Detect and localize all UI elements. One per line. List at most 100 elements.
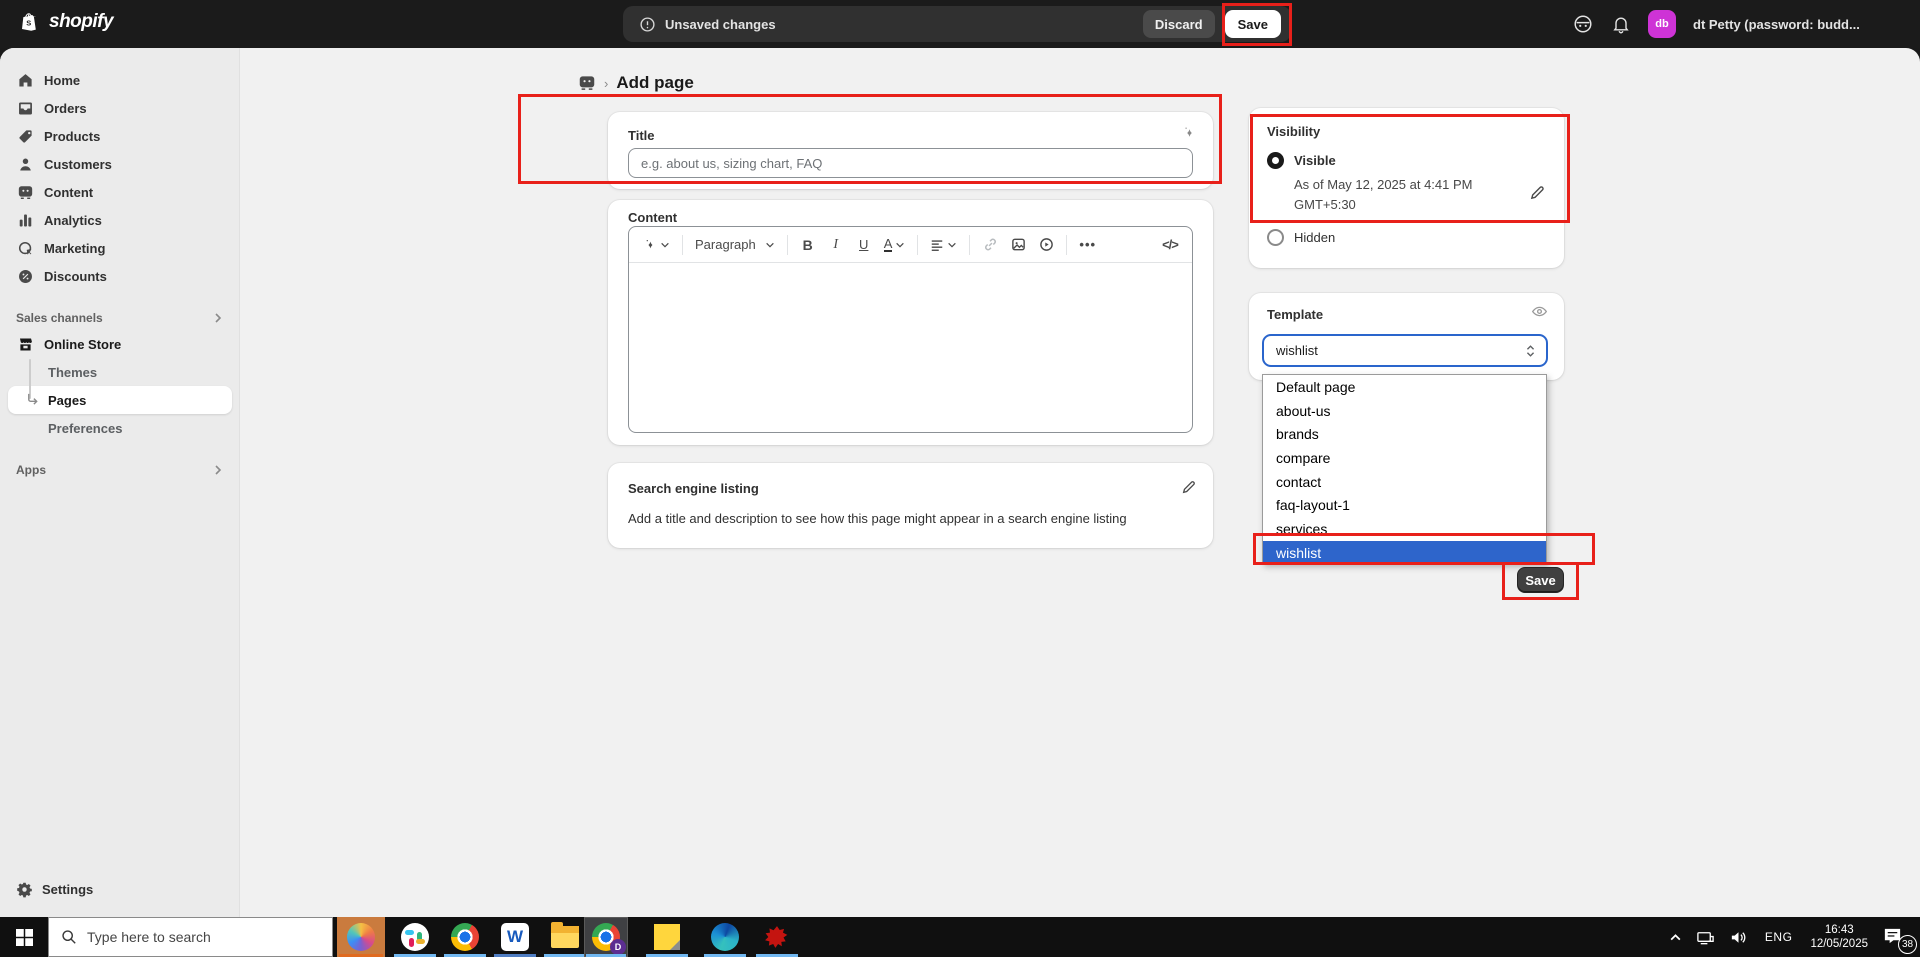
gear-icon (16, 881, 33, 898)
text-color-button[interactable]: A (880, 232, 910, 258)
notifications-bell-icon[interactable] (1611, 14, 1631, 34)
visibility-card: Visibility Visible As of May 12, 2025 at… (1249, 108, 1564, 268)
insert-video-button[interactable] (1034, 232, 1058, 258)
unsaved-changes-banner: Unsaved changes Discard Save (623, 6, 1291, 42)
template-option-brands[interactable]: brands (1263, 422, 1546, 446)
sidebar-item-themes[interactable]: Themes (8, 358, 232, 386)
shopify-logo[interactable]: S shopify (18, 10, 113, 34)
edit-visibility-pencil-icon[interactable] (1529, 184, 1546, 201)
play-circle-icon (1039, 237, 1054, 252)
italic-button[interactable]: I (824, 232, 848, 258)
taskbar-search[interactable] (48, 917, 333, 957)
apps-header[interactable]: Apps (8, 458, 232, 482)
hidden-radio[interactable] (1267, 229, 1284, 246)
start-button[interactable] (0, 917, 48, 957)
taskbar-chrome-profile-icon[interactable]: D (584, 917, 628, 957)
title-input[interactable] (628, 148, 1193, 178)
taskbar-search-input[interactable] (87, 929, 307, 945)
editor-body[interactable] (629, 263, 1192, 433)
sidebar-item-home[interactable]: Home (8, 66, 232, 94)
visible-radio[interactable] (1267, 152, 1284, 169)
svg-text:S: S (26, 19, 31, 28)
chevron-right-icon (212, 464, 224, 476)
template-option-default-page[interactable]: Default page (1263, 375, 1546, 399)
template-option-wishlist[interactable]: wishlist (1263, 541, 1546, 565)
volume-icon[interactable] (1722, 917, 1755, 957)
taskbar-file-explorer-icon[interactable] (542, 917, 588, 957)
media-icon (16, 183, 35, 202)
sidekick-icon[interactable] (1572, 13, 1594, 35)
user-avatar[interactable]: db (1648, 10, 1676, 38)
alignment-button[interactable] (926, 232, 961, 258)
more-tools-button[interactable]: ••• (1075, 232, 1100, 258)
tag-icon (16, 127, 35, 146)
template-label: Template (1267, 307, 1546, 322)
template-select[interactable]: wishlist (1262, 334, 1548, 367)
rich-text-editor[interactable]: Paragraph B I U A (628, 226, 1193, 433)
tree-arrow-icon (26, 393, 39, 406)
user-name[interactable]: dt Petty (password: budd... (1693, 17, 1860, 32)
chevron-down-icon (947, 240, 957, 250)
sidebar-item-marketing[interactable]: Marketing (8, 234, 232, 262)
magic-sparkle-icon[interactable] (1181, 125, 1197, 141)
visibility-title: Visibility (1267, 124, 1546, 139)
sidebar-item-pages[interactable]: Pages (8, 386, 232, 414)
preview-eye-icon[interactable] (1531, 303, 1548, 320)
sales-channels-header[interactable]: Sales channels (8, 306, 232, 330)
template-card: Template wishlist (1249, 293, 1564, 380)
template-option-about-us[interactable]: about-us (1263, 399, 1546, 423)
underline-button[interactable]: U (852, 232, 876, 258)
template-option-compare[interactable]: compare (1263, 446, 1546, 470)
save-button-top[interactable]: Save (1225, 10, 1281, 38)
taskbar-word-icon[interactable]: W (492, 917, 538, 957)
template-option-services[interactable]: services (1263, 517, 1546, 541)
taskbar-red-app-icon[interactable] (754, 917, 800, 957)
template-option-faq-layout-1[interactable]: faq-layout-1 (1263, 493, 1546, 517)
bold-button[interactable]: B (796, 232, 820, 258)
sidebar-item-settings[interactable]: Settings (8, 875, 232, 903)
admin-surface: Home Orders Products Customers Content (0, 48, 1920, 917)
action-center-icon[interactable]: 38 (1876, 917, 1920, 957)
sidebar-item-analytics[interactable]: Analytics (8, 206, 232, 234)
sidebar-item-customers[interactable]: Customers (8, 150, 232, 178)
breadcrumb: › Add page (578, 73, 694, 93)
tray-chevron-up-icon[interactable] (1662, 917, 1689, 957)
edit-pencil-icon[interactable] (1181, 479, 1197, 495)
sidebar-item-label: Online Store (44, 337, 121, 352)
sidebar-item-preferences[interactable]: Preferences (8, 414, 232, 442)
taskbar-chrome-icon[interactable] (442, 917, 488, 957)
taskbar-copilot-icon[interactable] (337, 917, 385, 957)
sidebar-item-content[interactable]: Content (8, 178, 232, 206)
shopify-topbar: S shopify Unsaved changes Discard Save d… (0, 0, 1920, 48)
chevron-down-icon (895, 240, 905, 250)
image-icon (1011, 237, 1026, 252)
bar-chart-icon (16, 211, 35, 230)
template-option-contact[interactable]: contact (1263, 470, 1546, 494)
taskbar-slack-icon[interactable] (392, 917, 438, 957)
paragraph-style-button[interactable]: Paragraph (691, 232, 779, 258)
sidebar: Home Orders Products Customers Content (0, 48, 240, 917)
sidebar-item-discounts[interactable]: Discounts (8, 262, 232, 290)
template-dropdown: Default page about-us brands compare con… (1262, 374, 1547, 564)
code-view-button[interactable]: </> (1158, 232, 1182, 258)
taskbar-sticky-notes-icon[interactable] (644, 917, 690, 957)
insert-image-button[interactable] (1006, 232, 1030, 258)
link-button[interactable] (978, 232, 1002, 258)
language-indicator[interactable]: ENG (1755, 930, 1803, 944)
save-button-bottom[interactable]: Save (1517, 567, 1564, 593)
windows-taskbar: W D ENG 16:43 12/05/2025 (0, 917, 1920, 957)
title-card: Title (608, 112, 1213, 189)
ai-sparkle-button[interactable] (639, 232, 674, 258)
tray-clock[interactable]: 16:43 12/05/2025 (1802, 923, 1876, 951)
discard-button[interactable]: Discard (1143, 10, 1215, 38)
sidebar-item-orders[interactable]: Orders (8, 94, 232, 122)
sidebar-item-online-store[interactable]: Online Store (8, 330, 232, 358)
content-label: Content (628, 210, 1193, 225)
sidebar-item-products[interactable]: Products (8, 122, 232, 150)
tray-time: 16:43 (1810, 923, 1868, 937)
sidebar-item-label: Marketing (44, 241, 105, 256)
network-icon[interactable] (1689, 917, 1722, 957)
breadcrumb-separator: › (604, 76, 608, 91)
taskbar-edge-icon[interactable] (702, 917, 748, 957)
pages-breadcrumb-icon[interactable] (578, 74, 596, 92)
